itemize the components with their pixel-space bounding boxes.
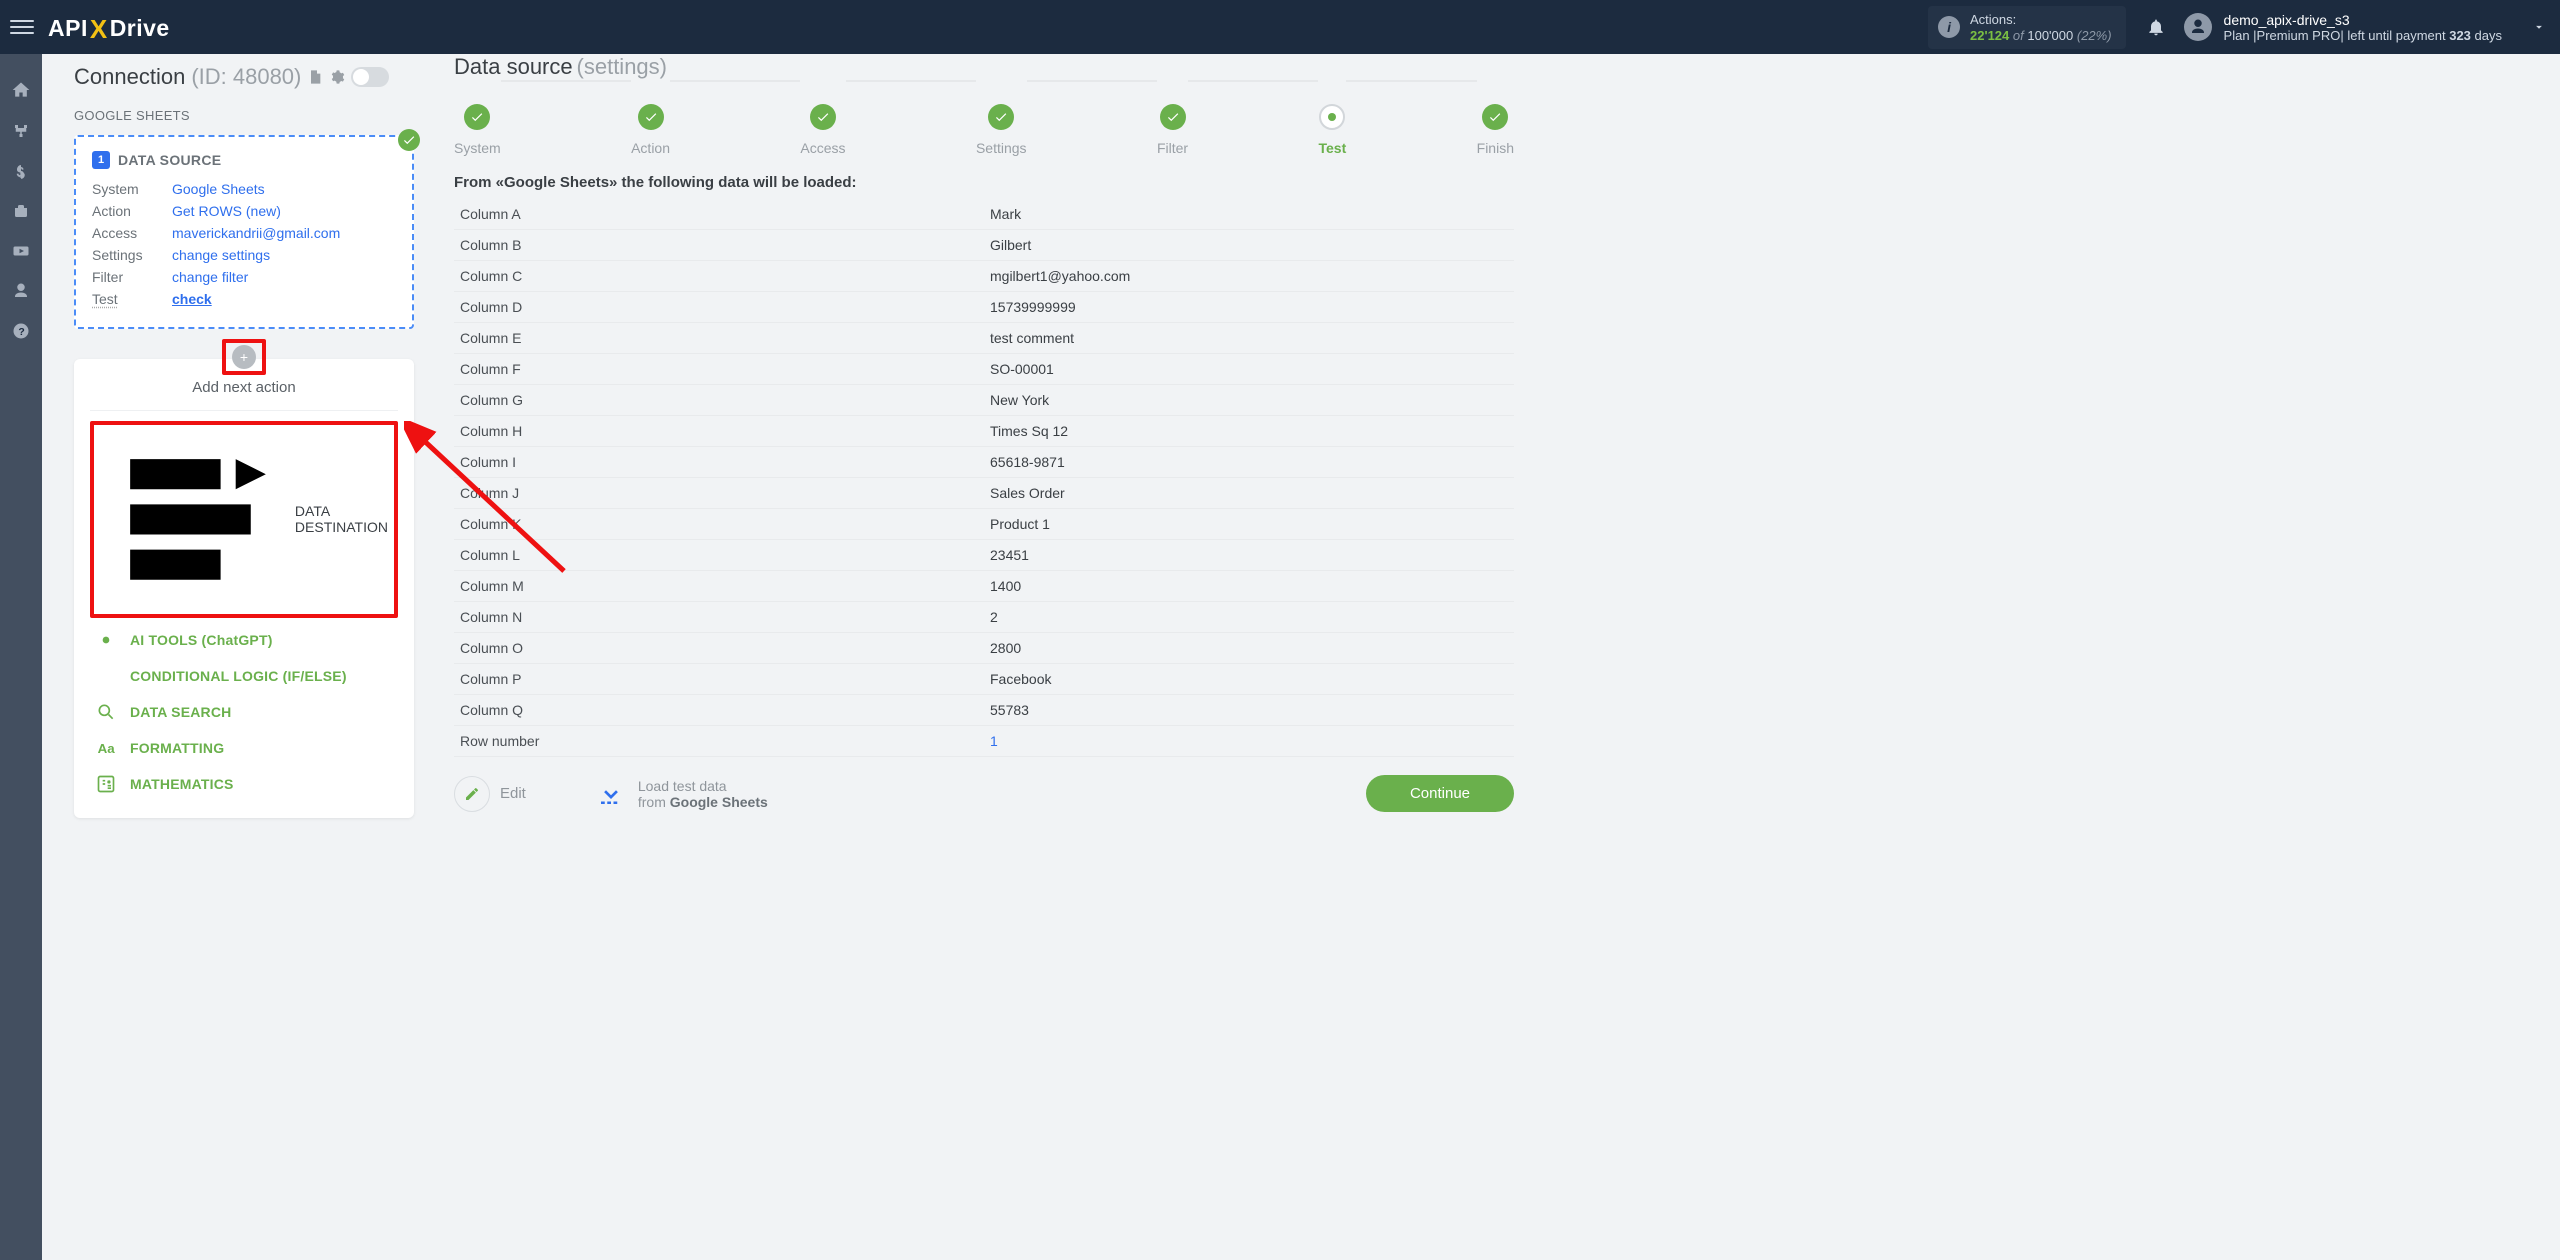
svg-text:?: ? <box>18 326 24 338</box>
table-row: Column KProduct 1 <box>454 509 1514 540</box>
chevron-down-icon[interactable] <box>2532 20 2546 34</box>
table-row: Column JSales Order <box>454 478 1514 509</box>
highlight-box-destination: DATA DESTINATION <box>90 421 398 618</box>
opt-conditional[interactable]: CONDITIONAL LOGIC (IF/ELSE) <box>90 658 398 694</box>
table-row: Column AMark <box>454 199 1514 230</box>
card-number: 1 <box>92 151 110 169</box>
table-row: Column N2 <box>454 602 1514 633</box>
from-line: From «Google Sheets» the following data … <box>454 174 1514 191</box>
tree-icon[interactable] <box>12 122 30 140</box>
connection-title: Connection <box>74 64 185 90</box>
check-icon <box>398 129 420 151</box>
step-test[interactable]: Test <box>1318 104 1346 156</box>
search-icon <box>96 702 116 722</box>
doc-icon[interactable] <box>307 69 323 85</box>
actions-label: Actions: <box>1970 12 2112 27</box>
ai-icon <box>96 630 116 650</box>
step-access[interactable]: Access <box>800 104 845 156</box>
step-finish[interactable]: Finish <box>1477 104 1514 156</box>
add-action-button[interactable]: + <box>232 345 256 369</box>
add-action-card: + Add next action DATA DESTINATION AI TO… <box>74 359 414 818</box>
page-title: Data source <box>454 54 573 79</box>
load-line2: from Google Sheets <box>638 794 768 810</box>
opt-data-search[interactable]: DATA SEARCH <box>90 694 398 730</box>
dollar-icon[interactable]: $ <box>12 162 30 180</box>
user-icon[interactable] <box>12 282 30 300</box>
info-icon: i <box>1938 16 1960 38</box>
table-row: Column Q55783 <box>454 695 1514 726</box>
svg-text:Aa: Aa <box>98 741 116 756</box>
branch-icon <box>96 666 116 686</box>
data-source-settings: Data source (settings) System Action Acc… <box>454 54 1514 818</box>
data-source-card[interactable]: 1 DATA SOURCE SystemGoogle Sheets Action… <box>74 135 414 329</box>
system-link[interactable]: Google Sheets <box>172 181 265 197</box>
step-system[interactable]: System <box>454 104 501 156</box>
add-action-title: Add next action <box>90 379 398 396</box>
table-row: Column PFacebook <box>454 664 1514 695</box>
table-row: Column M1400 <box>454 571 1514 602</box>
settings-link[interactable]: change settings <box>172 247 270 263</box>
edit-label: Edit <box>500 785 526 802</box>
formatting-icon: Aa <box>96 738 116 758</box>
connection-id: (ID: 48080) <box>191 64 301 90</box>
step-filter[interactable]: Filter <box>1157 104 1188 156</box>
plan-line: Plan |Premium PRO| left until payment 32… <box>2224 28 2502 43</box>
table-row: Row number1 <box>454 726 1514 757</box>
opt-formatting[interactable]: Aa FORMATTING <box>90 730 398 766</box>
youtube-icon[interactable] <box>12 242 30 260</box>
help-icon[interactable]: ? <box>12 322 30 340</box>
user-box[interactable]: demo_apix-drive_s3 Plan |Premium PRO| le… <box>2184 12 2546 43</box>
table-row: Column FSO-00001 <box>454 354 1514 385</box>
step-action[interactable]: Action <box>631 104 670 156</box>
actions-box[interactable]: i Actions: 22'124 of 100'000 (22%) <box>1928 6 2126 49</box>
access-link[interactable]: maverickandrii@gmail.com <box>172 225 340 241</box>
continue-button[interactable]: Continue <box>1366 775 1514 812</box>
page-subtitle: (settings) <box>577 54 667 79</box>
action-link[interactable]: Get ROWS (new) <box>172 203 281 219</box>
math-icon <box>96 774 116 794</box>
avatar <box>2184 13 2212 41</box>
table-row: Column L23451 <box>454 540 1514 571</box>
bell-icon[interactable] <box>2146 17 2166 37</box>
table-row: Column GNew York <box>454 385 1514 416</box>
table-row: Column Etest comment <box>454 323 1514 354</box>
actions-value: 22'124 of 100'000 (22%) <box>1970 28 2112 43</box>
load-test-data[interactable]: Load test data from Google Sheets <box>596 778 768 810</box>
data-table: Column AMarkColumn BGilbertColumn Cmgilb… <box>454 199 1514 757</box>
logo[interactable]: APIXDrive <box>48 12 170 43</box>
connection-panel: Connection (ID: 48080) GOOGLE SHEETS 1 D… <box>74 54 414 818</box>
table-row: Column D15739999999 <box>454 292 1514 323</box>
left-rail: $ ? <box>0 54 42 1260</box>
briefcase-icon[interactable] <box>12 202 30 220</box>
load-line1: Load test data <box>638 778 768 794</box>
google-sheets-label: GOOGLE SHEETS <box>74 108 414 123</box>
opt-data-destination[interactable]: DATA DESTINATION <box>295 503 388 535</box>
username: demo_apix-drive_s3 <box>2224 12 2502 28</box>
destination-icon <box>100 429 281 610</box>
topbar: APIXDrive i Actions: 22'124 of 100'000 (… <box>0 0 2560 54</box>
step-settings[interactable]: Settings <box>976 104 1027 156</box>
opt-mathematics[interactable]: MATHEMATICS <box>90 766 398 802</box>
table-row: Column I65618-9871 <box>454 447 1514 478</box>
download-icon <box>596 779 626 809</box>
test-link[interactable]: check <box>172 291 212 307</box>
menu-icon[interactable] <box>10 15 34 39</box>
table-row: Column O2800 <box>454 633 1514 664</box>
connection-toggle[interactable] <box>351 67 389 87</box>
gear-icon[interactable] <box>329 69 345 85</box>
table-row: Column Cmgilbert1@yahoo.com <box>454 261 1514 292</box>
edit-button[interactable] <box>454 776 490 812</box>
card-title: DATA SOURCE <box>118 152 221 168</box>
table-row: Column HTimes Sq 12 <box>454 416 1514 447</box>
opt-ai-tools[interactable]: AI TOOLS (ChatGPT) <box>90 622 398 658</box>
table-row: Column BGilbert <box>454 230 1514 261</box>
stepper: System Action Access Settings Filter Tes… <box>454 104 1514 156</box>
svg-text:$: $ <box>17 164 25 179</box>
filter-link[interactable]: change filter <box>172 269 248 285</box>
home-icon[interactable] <box>11 80 31 100</box>
